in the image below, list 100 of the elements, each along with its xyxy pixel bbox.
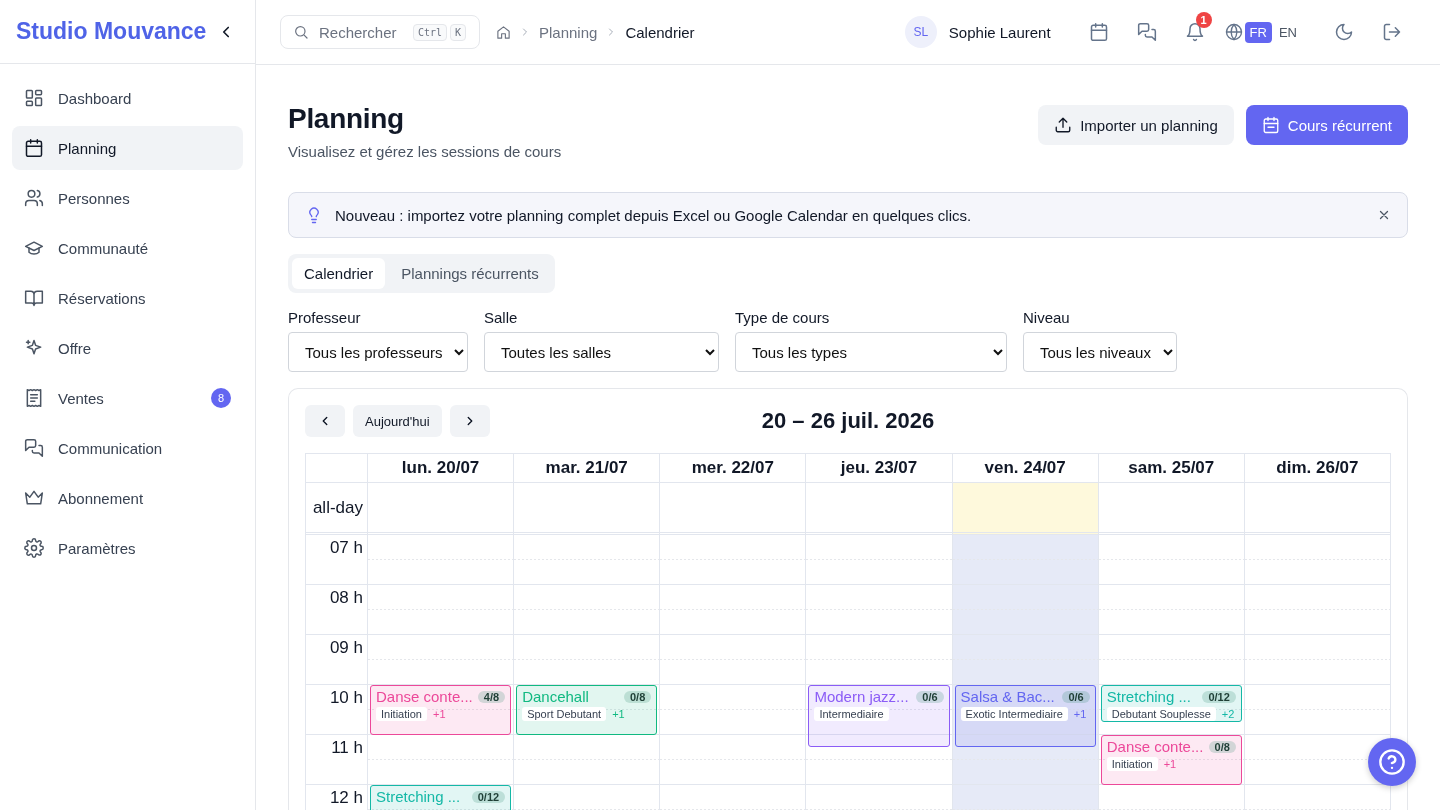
hour-label: 07 h xyxy=(306,535,367,585)
help-button[interactable] xyxy=(1368,738,1416,786)
capacity-badge: 0/6 xyxy=(916,690,944,703)
filter-dropdown[interactable]: Toutes les salles xyxy=(484,332,719,372)
filter-dropdown[interactable]: Tous les professeurs xyxy=(288,332,468,372)
close-icon[interactable] xyxy=(1377,208,1391,222)
sidebar-item[interactable]: Planning xyxy=(12,126,243,170)
sidebar-item[interactable]: Communauté xyxy=(12,226,243,270)
breadcrumb-link[interactable]: Planning xyxy=(539,23,598,41)
level-tag: Sport Debutant xyxy=(522,707,607,721)
brand-name: Studio Mouvance xyxy=(16,18,207,45)
course-event[interactable]: Dancehall 0/8 Sport Debutant +1 xyxy=(516,685,658,735)
level-tag: Initiation xyxy=(1106,757,1158,771)
course-event[interactable]: Danse conte... 4/8 Initiation +1 xyxy=(370,685,512,735)
level-tag: Intermediaire xyxy=(814,707,889,721)
course-event[interactable]: Stretching ... 0/12 Debutant Souplesse +2 xyxy=(1100,685,1242,722)
filter-label: Niveau xyxy=(1023,309,1071,326)
grid-icon xyxy=(24,88,44,108)
sidebar-item[interactable]: Communication xyxy=(12,426,243,470)
capacity-badge: 4/8 xyxy=(477,690,506,703)
notification-badge: 1 xyxy=(1195,12,1212,28)
event-title: Dancehall xyxy=(522,688,589,705)
course-event[interactable]: Modern jazz... 0/6 Intermediaire xyxy=(808,685,950,747)
capacity-badge: 0/6 xyxy=(1062,690,1090,703)
hour-label: 11 h xyxy=(306,735,367,785)
chat-bubbles-icon[interactable] xyxy=(1136,22,1157,42)
filter-dropdown[interactable]: Tous les niveaux xyxy=(1023,332,1177,372)
day-header: sam. 25/07 xyxy=(1097,454,1244,483)
sidebar-item[interactable]: Abonnement xyxy=(12,476,243,520)
day-header: dim. 26/07 xyxy=(1243,454,1390,483)
upload-icon xyxy=(1054,116,1073,134)
count-badge: 8 xyxy=(211,388,231,408)
calendar-icon[interactable] xyxy=(1088,22,1109,42)
page-subtitle: Visualisez et gérez les sessions de cours xyxy=(288,143,562,160)
sidebar-item[interactable]: Personnes xyxy=(12,176,243,220)
capacity-badge: 0/8 xyxy=(624,690,652,703)
day-header: lun. 20/07 xyxy=(367,454,514,483)
sidebar-item[interactable]: Offre xyxy=(12,326,243,370)
day-header: jeu. 23/07 xyxy=(805,454,952,483)
page-title: Planning xyxy=(288,103,405,135)
home-icon[interactable] xyxy=(496,24,511,40)
level-tag: Initiation xyxy=(376,707,427,721)
view-tab[interactable]: Calendrier xyxy=(292,258,386,289)
more-count: +1 xyxy=(1073,708,1087,720)
user-avatar[interactable]: SL xyxy=(904,16,937,48)
capacity-badge: 0/12 xyxy=(1202,690,1236,703)
calendar-icon xyxy=(1261,116,1280,134)
all-day-label: all-day xyxy=(306,483,367,535)
users-icon xyxy=(24,188,44,208)
filter-dropdown[interactable]: Tous les types xyxy=(735,332,1007,372)
help-icon xyxy=(1378,748,1406,776)
day-header: mer. 22/07 xyxy=(659,454,806,483)
moon-icon[interactable] xyxy=(1334,22,1354,42)
sidebar-item[interactable]: Paramètres xyxy=(12,526,243,570)
more-count: +1 xyxy=(612,708,625,720)
hour-label: 12 h xyxy=(306,785,367,810)
sidebar-item[interactable]: Ventes 8 xyxy=(12,376,243,420)
event-title: Stretching ... xyxy=(376,788,461,805)
filter-label: Professeur xyxy=(288,309,362,326)
settings-icon xyxy=(24,538,44,558)
search-icon xyxy=(293,24,309,40)
course-event[interactable]: Stretching ... 0/12 xyxy=(370,785,512,810)
more-count: +1 xyxy=(1163,758,1177,770)
key-hint: Ctrl xyxy=(413,23,448,41)
course-event[interactable]: Danse conte... 0/8 Initiation +1 xyxy=(1100,735,1242,785)
event-title: Danse conte... xyxy=(1106,738,1204,755)
more-count: +1 xyxy=(433,708,446,720)
receipt-icon xyxy=(24,388,44,408)
filter-label: Salle xyxy=(484,309,519,326)
event-title: Salsa & Bac... xyxy=(960,688,1055,705)
more-count: +2 xyxy=(1221,708,1235,720)
book-icon xyxy=(24,288,44,308)
capacity-badge: 0/8 xyxy=(1208,740,1236,753)
hour-label: 09 h xyxy=(306,635,367,685)
event-title: Danse conte... xyxy=(376,688,473,705)
language-option[interactable]: EN xyxy=(1273,21,1302,43)
hour-label: 08 h xyxy=(306,585,367,635)
view-tab[interactable]: Plannings récurrents xyxy=(389,258,551,289)
hour-label: 10 h xyxy=(306,685,367,735)
banner-text: Nouveau : importez votre planning complet depuis Excel ou Google Calendar en quelques clics. xyxy=(335,206,973,224)
day-header: mar. 21/07 xyxy=(513,454,660,483)
recurring-course-button[interactable]: Cours récurrent xyxy=(1245,105,1408,145)
today-button[interactable]: Aujourd'hui xyxy=(353,405,442,437)
breadcrumb-current: Calendrier xyxy=(625,23,695,41)
crown-icon xyxy=(24,488,44,508)
filter-label: Type de cours xyxy=(735,309,831,326)
calendar-icon xyxy=(24,138,44,158)
notification-icon[interactable] xyxy=(1184,22,1205,42)
event-title: Modern jazz... xyxy=(814,688,909,705)
import-button[interactable]: Importer un planning xyxy=(1038,105,1234,145)
event-title: Stretching ... xyxy=(1106,688,1191,705)
globe-icon xyxy=(1224,23,1243,41)
chat-bubbles-icon xyxy=(24,438,44,458)
calendar-title: 20 – 26 juil. 2026 xyxy=(761,408,935,433)
user-name: Sophie Laurent xyxy=(948,23,1051,41)
sidebar-item[interactable]: Dashboard xyxy=(12,76,243,120)
language-option[interactable]: FR xyxy=(1244,21,1272,43)
logout-icon[interactable] xyxy=(1382,22,1402,42)
level-tag: Debutant Souplesse xyxy=(1106,707,1216,721)
sidebar-item[interactable]: Réservations xyxy=(12,276,243,320)
